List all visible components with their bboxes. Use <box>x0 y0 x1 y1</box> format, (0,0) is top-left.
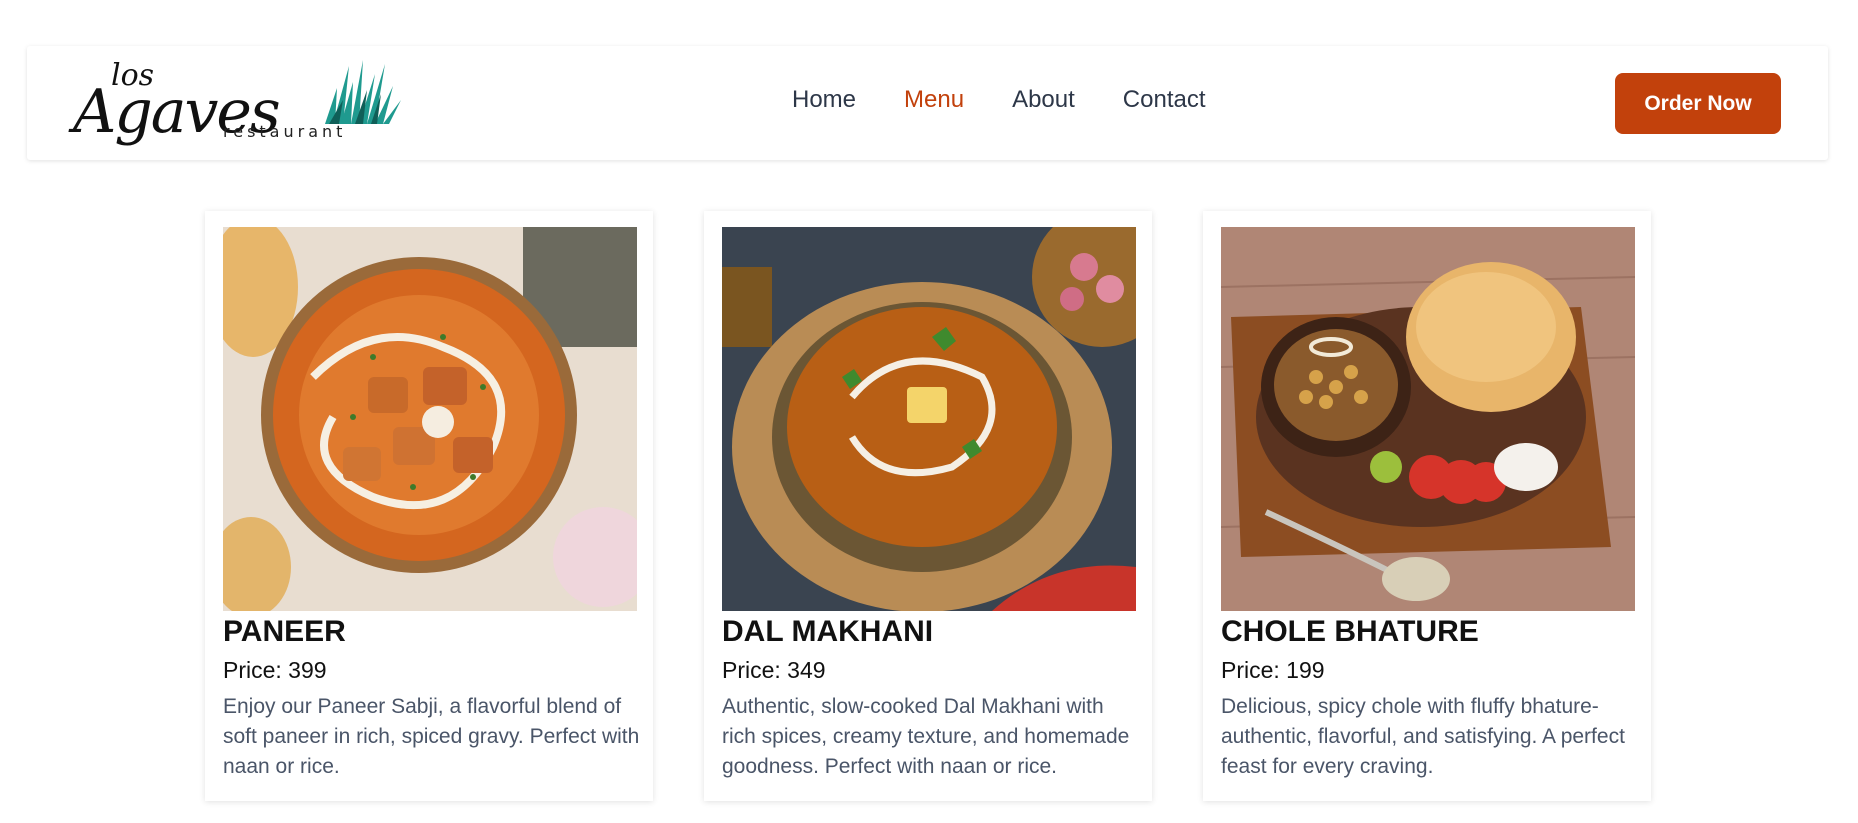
dish-description: Authentic, slow-cooked Dal Makhani with … <box>722 695 1130 778</box>
dish-description: Enjoy our Paneer Sabji, a flavorful blen… <box>223 695 640 778</box>
dish-description: Delicious, spicy chole with fluffy bhatu… <box>1221 695 1625 778</box>
navbar: los Agaves restaurant Home Menu About Co… <box>27 46 1828 160</box>
agave-plant-icon <box>325 60 401 124</box>
dish-title: PANEER <box>223 615 346 648</box>
menu-card-paneer[interactable]: PANEER Price: 399 Enjoy our Paneer Sabji… <box>205 211 653 801</box>
nav-link-contact[interactable]: Contact <box>1123 86 1206 114</box>
menu-card-dal-makhani[interactable]: DAL MAKHANI Price: 349 Authentic, slow-c… <box>704 211 1152 801</box>
restaurant-logo[interactable]: los Agaves restaurant <box>65 58 410 142</box>
nav-link-home[interactable]: Home <box>792 86 856 114</box>
nav-link-about[interactable]: About <box>1012 86 1075 114</box>
dish-price: Price: 399 <box>223 657 327 683</box>
dish-price: Price: 199 <box>1221 657 1325 683</box>
dish-title: CHOLE BHATURE <box>1221 615 1479 648</box>
menu-card-chole-bhature[interactable]: CHOLE BHATURE Price: 199 Delicious, spic… <box>1203 211 1651 801</box>
order-now-button[interactable]: Order Now <box>1615 73 1781 134</box>
nav-link-menu[interactable]: Menu <box>904 86 964 114</box>
dish-title: DAL MAKHANI <box>722 615 934 648</box>
main-nav: Home Menu About Contact <box>792 86 1254 114</box>
dish-price: Price: 349 <box>722 657 826 683</box>
paneer-dish-image <box>223 227 637 611</box>
dal-makhani-dish-image <box>722 227 1136 611</box>
chole-bhature-dish-image <box>1221 227 1635 611</box>
